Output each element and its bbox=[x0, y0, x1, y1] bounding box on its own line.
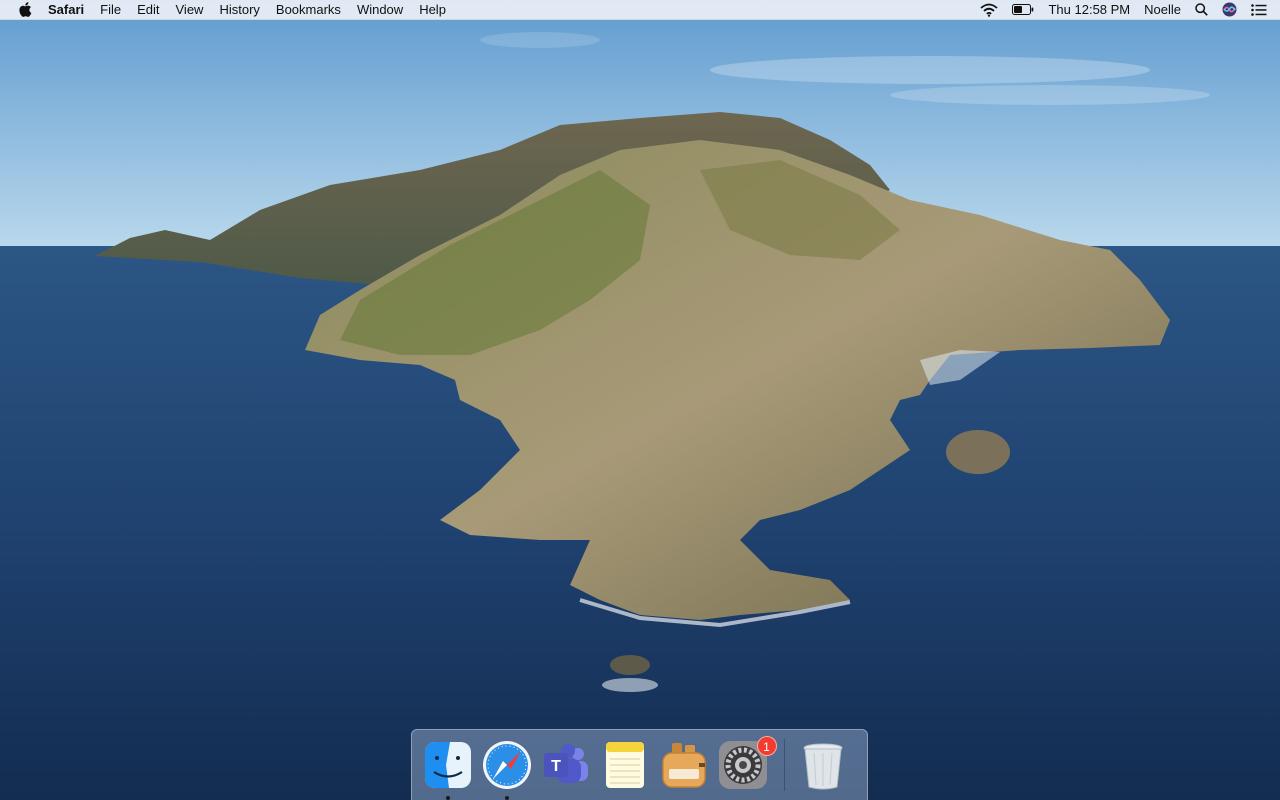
menu-history[interactable]: History bbox=[211, 0, 267, 20]
menu-bar-status: Thu 12:58 PM Noelle bbox=[973, 0, 1280, 20]
siri-icon bbox=[1222, 2, 1237, 17]
dock-system-preferences[interactable]: 1 bbox=[717, 736, 777, 791]
menu-window[interactable]: Window bbox=[349, 0, 411, 20]
wifi-status[interactable] bbox=[973, 0, 1005, 20]
menu-view[interactable]: View bbox=[168, 0, 212, 20]
menu-edit[interactable]: Edit bbox=[129, 0, 167, 20]
notification-center-icon bbox=[1251, 3, 1267, 16]
menu-file[interactable]: File bbox=[92, 0, 129, 20]
menu-bar: Safari File Edit View History Bookmarks … bbox=[0, 0, 1280, 20]
spotlight-button[interactable] bbox=[1188, 0, 1215, 20]
running-indicator bbox=[445, 796, 450, 800]
battery-status[interactable] bbox=[1005, 0, 1041, 20]
safari-compass-icon bbox=[482, 741, 531, 789]
menu-bookmarks[interactable]: Bookmarks bbox=[268, 0, 349, 20]
dock-teams[interactable]: T bbox=[540, 739, 592, 791]
trash-icon bbox=[803, 743, 842, 790]
notes-icon bbox=[605, 742, 644, 788]
desktop-wallpaper bbox=[0, 0, 1280, 800]
dock-finder[interactable] bbox=[422, 739, 474, 800]
teams-icon: T bbox=[543, 744, 588, 783]
dock-trash[interactable] bbox=[797, 739, 849, 791]
menu-bar-left: Safari File Edit View History Bookmarks … bbox=[0, 0, 454, 20]
user-menu[interactable]: Noelle bbox=[1137, 0, 1188, 20]
dock-safari[interactable] bbox=[481, 739, 533, 800]
dock-separator bbox=[784, 739, 785, 791]
search-icon bbox=[1195, 3, 1208, 16]
notification-center-button[interactable] bbox=[1244, 0, 1274, 20]
battery-icon bbox=[1012, 4, 1034, 15]
dock-toaster[interactable] bbox=[658, 739, 710, 791]
menu-help[interactable]: Help bbox=[411, 0, 454, 20]
dock: T 1 bbox=[411, 729, 868, 800]
siri-button[interactable] bbox=[1215, 0, 1244, 20]
clock[interactable]: Thu 12:58 PM bbox=[1041, 0, 1137, 20]
notification-badge: 1 bbox=[756, 736, 777, 756]
finder-icon bbox=[424, 742, 471, 788]
svg-text:T: T bbox=[551, 758, 561, 775]
app-menu-safari[interactable]: Safari bbox=[40, 0, 92, 20]
wifi-icon bbox=[980, 3, 999, 17]
running-indicator bbox=[504, 796, 509, 800]
dock-notes[interactable] bbox=[599, 739, 651, 791]
apple-menu[interactable] bbox=[10, 2, 40, 17]
toaster-icon bbox=[661, 743, 706, 788]
apple-logo-icon bbox=[18, 2, 31, 17]
